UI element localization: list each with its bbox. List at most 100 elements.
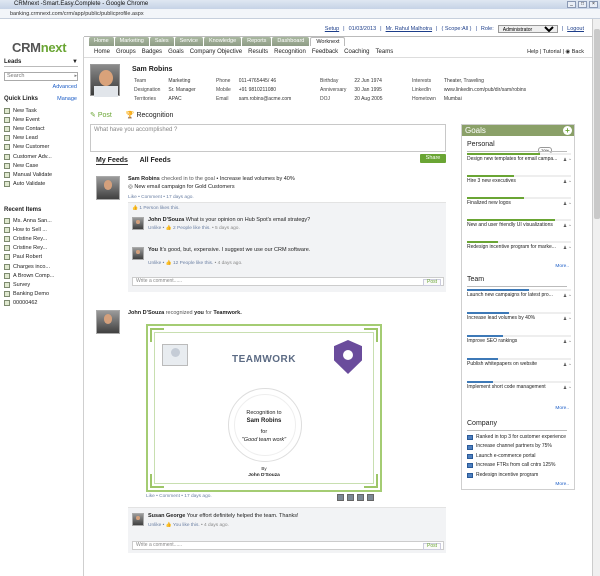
recent-item[interactable]: How to Sell ... xyxy=(4,225,82,234)
comment-meta[interactable]: Unlike • 👍 You like this. • 4 days ago. xyxy=(148,523,229,528)
goal-actions-icon[interactable]: ♟ ◔ xyxy=(563,178,571,185)
advanced-search-link[interactable]: Advanced xyxy=(53,84,77,90)
more-company-link[interactable]: More.. xyxy=(555,482,569,487)
page-scrollbar[interactable] xyxy=(592,19,600,576)
nav-goals[interactable]: Goals xyxy=(168,47,184,57)
help-link[interactable]: Help xyxy=(527,49,538,55)
feed1-meta[interactable]: Like • Comment • 17 days ago. xyxy=(128,195,194,200)
quick-link-item[interactable]: New Event xyxy=(4,115,82,124)
linkedin-share-icon[interactable] xyxy=(357,494,364,501)
company-goal-item[interactable]: Ranked in top 3 for customer experience xyxy=(467,433,571,442)
email-share-icon[interactable] xyxy=(337,494,344,501)
nav-results[interactable]: Results xyxy=(248,47,268,57)
more-personal-link[interactable]: More.. xyxy=(555,264,569,269)
goal-item[interactable]: Increase lead volumes by 40% ♟ ◔ xyxy=(467,312,571,322)
close-icon[interactable]: × xyxy=(589,1,598,8)
goal-actions-icon[interactable]: ♟ ◔ xyxy=(563,292,571,299)
goal-item[interactable]: Finalized new logos ♟ ◔ xyxy=(467,197,571,207)
goal-actions-icon[interactable]: ♟ ◔ xyxy=(563,361,571,368)
goal-item[interactable]: Hire 3 new executives ♟ ◔ xyxy=(467,175,571,185)
nav-teams[interactable]: Teams xyxy=(376,47,394,57)
scrollbar-thumb[interactable] xyxy=(594,29,600,219)
goal-actions-icon[interactable]: ♟ ◔ xyxy=(563,315,571,322)
goal-item[interactable]: Improve SEO rankings ♟ ◔ xyxy=(467,335,571,345)
goal-item[interactable]: Publish whitepapers on website ♟ ◔ xyxy=(467,358,571,368)
role-select[interactable]: Administrator xyxy=(497,25,558,33)
goal-actions-icon[interactable]: ♟ ◔ xyxy=(563,222,571,229)
company-goal-item[interactable]: Increase FTRs from call cntrs 125% xyxy=(467,461,571,470)
post-comment-button[interactable]: Post xyxy=(422,543,441,550)
feed1-likes[interactable]: 👍 1 Person likes this. xyxy=(132,206,180,211)
recent-item[interactable]: Charges inco... xyxy=(4,262,82,271)
nav-company-objective[interactable]: Company Objective xyxy=(190,47,242,57)
quick-link-item[interactable]: New Lead xyxy=(4,134,82,143)
tab-recognition[interactable]: Recognition xyxy=(136,112,173,119)
goal-item[interactable]: Design new templates for email campa... ♟… xyxy=(467,153,571,163)
feed2-meta[interactable]: Like • Comment • 17 days ago. xyxy=(146,494,212,499)
recognition-certificate[interactable]: TEAMWORK Recognition to Sam Robins for "… xyxy=(146,324,382,492)
comment-meta[interactable]: Unlike • 👍 2 People like this. • 5 days … xyxy=(148,226,240,231)
goal-item[interactable]: Launch new campaigns for latest pro... ♟ … xyxy=(467,289,571,299)
nav-badges[interactable]: Badges xyxy=(142,47,162,57)
quick-link-item[interactable]: Customer Adv... xyxy=(4,152,82,161)
company-goal-item[interactable]: Redesign incentive program xyxy=(467,471,571,480)
quick-link-item[interactable]: New Task xyxy=(4,106,82,115)
goal-actions-icon[interactable]: ♟ ◔ xyxy=(563,384,571,391)
tutorial-link[interactable]: Tutorial xyxy=(543,49,561,55)
add-goal-icon[interactable]: + xyxy=(563,126,572,135)
recent-item[interactable]: Banking Demo xyxy=(4,290,82,299)
minimize-icon[interactable]: _ xyxy=(567,1,576,8)
maximize-icon[interactable]: □ xyxy=(578,1,587,8)
goal-item[interactable]: Implement short code management ♟ ◔ xyxy=(467,381,571,391)
tab-all-feeds[interactable]: All Feeds xyxy=(140,157,171,164)
tab-reports[interactable]: Reports xyxy=(242,37,272,46)
comment-input[interactable]: Write a comment...... Post xyxy=(132,541,444,550)
goal-item[interactable]: New and user friendly UI visualizations ♟… xyxy=(467,219,571,229)
manage-link[interactable]: Manage xyxy=(57,96,77,102)
tab-post[interactable]: Post xyxy=(98,112,112,119)
nav-groups[interactable]: Groups xyxy=(116,47,136,57)
quick-link-item[interactable]: New Customer xyxy=(4,143,82,152)
back-link[interactable]: Back xyxy=(572,49,584,55)
address-bar[interactable]: banking.crmnext.com/crm/app/public/publi… xyxy=(0,9,600,19)
comment-input[interactable]: Write a comment...... Post xyxy=(132,277,444,286)
tab-knowledge[interactable]: Knowledge xyxy=(203,37,242,46)
tab-my-feeds[interactable]: My Feeds xyxy=(96,157,128,165)
comment-meta[interactable]: Unlike • 👍 12 People like this. • 4 days… xyxy=(148,261,242,266)
quick-link-item[interactable]: Auto Validate xyxy=(4,180,82,189)
goal-actions-icon[interactable]: ♟ ◔ xyxy=(563,338,571,345)
facebook-share-icon[interactable] xyxy=(347,494,354,501)
recent-item[interactable]: 00000462 xyxy=(4,299,82,308)
tab-service[interactable]: Service xyxy=(174,37,203,46)
quick-link-item[interactable]: New Case xyxy=(4,161,82,170)
search-icon[interactable]: ▸ xyxy=(74,73,77,80)
recent-item[interactable]: Paul Robert xyxy=(4,253,82,262)
recent-item[interactable]: Survey xyxy=(4,280,82,289)
goal-actions-icon[interactable]: ♟ ◔ xyxy=(563,200,571,207)
nav-recognition[interactable]: Recognition xyxy=(274,47,306,57)
nav-coaching[interactable]: Coaching xyxy=(344,47,369,57)
share-button[interactable]: Share xyxy=(420,154,446,163)
company-goal-item[interactable]: Increase channel partners by 75% xyxy=(467,442,571,451)
back-icon[interactable]: ◉ xyxy=(565,49,570,55)
post-input[interactable]: What have you accomplished ? xyxy=(90,124,446,152)
quick-link-item[interactable]: New Contact xyxy=(4,124,82,133)
goal-actions-icon[interactable]: ♟ ◔ xyxy=(563,244,571,251)
tab-dashboard[interactable]: Dashboard xyxy=(272,37,310,46)
goal-actions-icon[interactable]: ♟ ◔ xyxy=(563,156,571,163)
nav-home[interactable]: Home xyxy=(94,47,110,57)
twitter-share-icon[interactable] xyxy=(367,494,374,501)
recent-item[interactable]: A Brown Comp... xyxy=(4,271,82,280)
company-goal-item[interactable]: Launch e-commerce portal xyxy=(467,452,571,461)
more-team-link[interactable]: More.. xyxy=(555,406,569,411)
sidebar-search-input[interactable]: Search ▸ xyxy=(4,72,78,81)
module-selector[interactable]: Leads ▼ xyxy=(4,59,78,67)
logout-link[interactable]: Logout xyxy=(567,26,584,32)
setup-link[interactable]: Setup xyxy=(325,26,339,32)
post-comment-button[interactable]: Post xyxy=(422,279,441,286)
recent-item[interactable]: Cristine Rey... xyxy=(4,244,82,253)
tab-marketing[interactable]: Marketing xyxy=(114,37,149,46)
tab-sales[interactable]: Sales xyxy=(149,37,174,46)
nav-feedback[interactable]: Feedback xyxy=(312,47,338,57)
recent-item[interactable]: Cristine Rey... xyxy=(4,234,82,243)
